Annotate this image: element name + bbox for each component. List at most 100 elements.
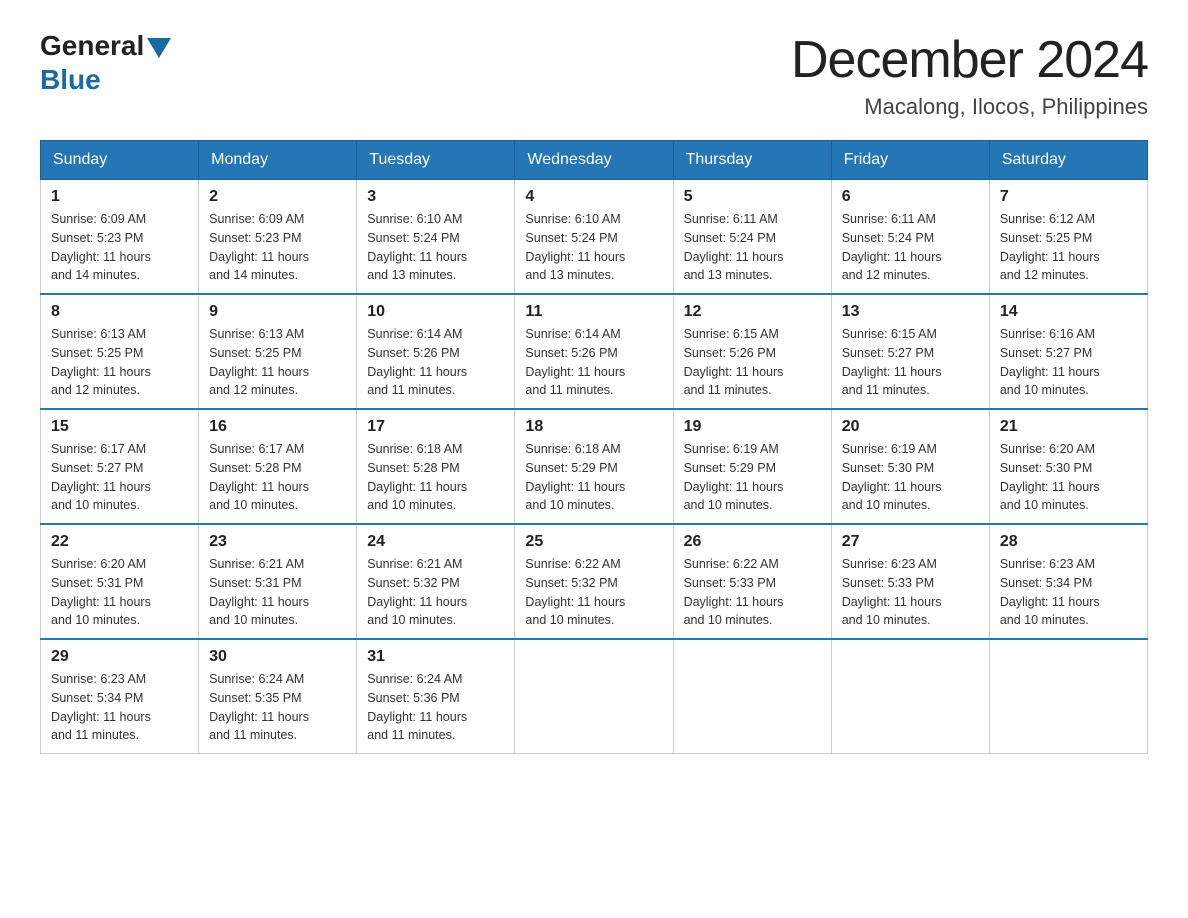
- day-number: 27: [842, 533, 979, 551]
- day-info: Sunrise: 6:23 AMSunset: 5:34 PMDaylight:…: [51, 670, 188, 745]
- day-number: 4: [525, 188, 662, 206]
- day-info: Sunrise: 6:15 AMSunset: 5:27 PMDaylight:…: [842, 325, 979, 400]
- calendar-cell: 2Sunrise: 6:09 AMSunset: 5:23 PMDaylight…: [199, 180, 357, 295]
- calendar-cell: 29 Sunrise: 6:23 AMSunset: 5:34 PMDayligh…: [41, 639, 199, 754]
- day-number: 28: [1000, 533, 1137, 551]
- day-number: 11: [525, 303, 662, 321]
- calendar-cell: 24Sunrise: 6:21 AMSunset: 5:32 PMDayligh…: [357, 524, 515, 639]
- header-tuesday: Tuesday: [357, 141, 515, 180]
- day-number: 22: [51, 533, 188, 551]
- calendar-cell: 21Sunrise: 6:20 AMSunset: 5:30 PMDayligh…: [989, 409, 1147, 524]
- calendar-cell: 10 Sunrise: 6:14 AMSunset: 5:26 PMDayligh…: [357, 294, 515, 409]
- day-number: 30: [209, 648, 346, 666]
- day-info: Sunrise: 6:19 AMSunset: 5:30 PMDaylight:…: [842, 440, 979, 515]
- calendar-cell: 3 Sunrise: 6:10 AMSunset: 5:24 PMDaylight…: [357, 180, 515, 295]
- calendar-cell: 28Sunrise: 6:23 AMSunset: 5:34 PMDayligh…: [989, 524, 1147, 639]
- day-info: Sunrise: 6:24 AMSunset: 5:35 PMDaylight:…: [209, 670, 346, 745]
- day-info: Sunrise: 6:14 AMSunset: 5:26 PMDaylight:…: [367, 325, 504, 400]
- day-info: Sunrise: 6:09 AMSunset: 5:23 PMDaylight:…: [209, 210, 346, 285]
- day-number: 3: [367, 188, 504, 206]
- calendar-cell: [989, 639, 1147, 754]
- day-info: Sunrise: 6:18 AMSunset: 5:29 PMDaylight:…: [525, 440, 662, 515]
- header-thursday: Thursday: [673, 141, 831, 180]
- day-number: 29: [51, 648, 188, 666]
- calendar-cell: 16Sunrise: 6:17 AMSunset: 5:28 PMDayligh…: [199, 409, 357, 524]
- header-saturday: Saturday: [989, 141, 1147, 180]
- day-info: Sunrise: 6:12 AMSunset: 5:25 PMDaylight:…: [1000, 210, 1137, 285]
- day-number: 23: [209, 533, 346, 551]
- day-number: 8: [51, 303, 188, 321]
- day-info: Sunrise: 6:15 AMSunset: 5:26 PMDaylight:…: [684, 325, 821, 400]
- header-monday: Monday: [199, 141, 357, 180]
- calendar-week-row: 1 Sunrise: 6:09 AMSunset: 5:23 PMDaylight…: [41, 180, 1148, 295]
- header-friday: Friday: [831, 141, 989, 180]
- calendar-week-row: 8 Sunrise: 6:13 AMSunset: 5:25 PMDaylight…: [41, 294, 1148, 409]
- calendar-cell: 14 Sunrise: 6:16 AMSunset: 5:27 PMDayligh…: [989, 294, 1147, 409]
- day-number: 10: [367, 303, 504, 321]
- calendar-cell: 9Sunrise: 6:13 AMSunset: 5:25 PMDaylight…: [199, 294, 357, 409]
- day-number: 18: [525, 418, 662, 436]
- day-info: Sunrise: 6:22 AMSunset: 5:32 PMDaylight:…: [525, 555, 662, 630]
- calendar-cell: 12 Sunrise: 6:15 AMSunset: 5:26 PMDayligh…: [673, 294, 831, 409]
- day-info: Sunrise: 6:20 AMSunset: 5:31 PMDaylight:…: [51, 555, 188, 630]
- calendar-cell: [515, 639, 673, 754]
- day-number: 19: [684, 418, 821, 436]
- day-info: Sunrise: 6:21 AMSunset: 5:31 PMDaylight:…: [209, 555, 346, 630]
- calendar-cell: 6 Sunrise: 6:11 AMSunset: 5:24 PMDaylight…: [831, 180, 989, 295]
- day-info: Sunrise: 6:10 AMSunset: 5:24 PMDaylight:…: [367, 210, 504, 285]
- title-block: December 2024 Macalong, Ilocos, Philippi…: [791, 30, 1148, 120]
- calendar-week-row: 15 Sunrise: 6:17 AMSunset: 5:27 PMDayligh…: [41, 409, 1148, 524]
- day-info: Sunrise: 6:10 AMSunset: 5:24 PMDaylight:…: [525, 210, 662, 285]
- day-info: Sunrise: 6:22 AMSunset: 5:33 PMDaylight:…: [684, 555, 821, 630]
- calendar-cell: 18 Sunrise: 6:18 AMSunset: 5:29 PMDayligh…: [515, 409, 673, 524]
- calendar-cell: 31Sunrise: 6:24 AMSunset: 5:36 PMDayligh…: [357, 639, 515, 754]
- day-info: Sunrise: 6:20 AMSunset: 5:30 PMDaylight:…: [1000, 440, 1137, 515]
- day-info: Sunrise: 6:17 AMSunset: 5:27 PMDaylight:…: [51, 440, 188, 515]
- calendar-cell: 27 Sunrise: 6:23 AMSunset: 5:33 PMDayligh…: [831, 524, 989, 639]
- day-number: 20: [842, 418, 979, 436]
- day-info: Sunrise: 6:19 AMSunset: 5:29 PMDaylight:…: [684, 440, 821, 515]
- location-subtitle: Macalong, Ilocos, Philippines: [791, 94, 1148, 120]
- day-number: 17: [367, 418, 504, 436]
- calendar-week-row: 29 Sunrise: 6:23 AMSunset: 5:34 PMDayligh…: [41, 639, 1148, 754]
- day-number: 14: [1000, 303, 1137, 321]
- calendar-cell: 17 Sunrise: 6:18 AMSunset: 5:28 PMDayligh…: [357, 409, 515, 524]
- day-info: Sunrise: 6:13 AMSunset: 5:25 PMDaylight:…: [51, 325, 188, 400]
- day-number: 13: [842, 303, 979, 321]
- day-info: Sunrise: 6:17 AMSunset: 5:28 PMDaylight:…: [209, 440, 346, 515]
- calendar-cell: 4 Sunrise: 6:10 AMSunset: 5:24 PMDaylight…: [515, 180, 673, 295]
- day-number: 12: [684, 303, 821, 321]
- day-number: 15: [51, 418, 188, 436]
- calendar-cell: 7 Sunrise: 6:12 AMSunset: 5:25 PMDaylight…: [989, 180, 1147, 295]
- day-info: Sunrise: 6:21 AMSunset: 5:32 PMDaylight:…: [367, 555, 504, 630]
- calendar-header-row: SundayMondayTuesdayWednesdayThursdayFrid…: [41, 141, 1148, 180]
- calendar-cell: 30 Sunrise: 6:24 AMSunset: 5:35 PMDayligh…: [199, 639, 357, 754]
- month-title: December 2024: [791, 30, 1148, 90]
- day-number: 9: [209, 303, 346, 321]
- day-info: Sunrise: 6:24 AMSunset: 5:36 PMDaylight:…: [367, 670, 504, 745]
- day-info: Sunrise: 6:09 AMSunset: 5:23 PMDaylight:…: [51, 210, 188, 285]
- calendar-cell: [831, 639, 989, 754]
- logo-general-text: General: [40, 30, 144, 62]
- day-info: Sunrise: 6:23 AMSunset: 5:33 PMDaylight:…: [842, 555, 979, 630]
- header-wednesday: Wednesday: [515, 141, 673, 180]
- day-number: 7: [1000, 188, 1137, 206]
- page-header: General Blue December 2024 Macalong, Ilo…: [40, 30, 1148, 120]
- day-number: 1: [51, 188, 188, 206]
- day-info: Sunrise: 6:11 AMSunset: 5:24 PMDaylight:…: [684, 210, 821, 285]
- day-info: Sunrise: 6:11 AMSunset: 5:24 PMDaylight:…: [842, 210, 979, 285]
- logo-blue-text: Blue: [40, 64, 101, 96]
- day-number: 6: [842, 188, 979, 206]
- calendar-cell: [673, 639, 831, 754]
- calendar-cell: 19 Sunrise: 6:19 AMSunset: 5:29 PMDayligh…: [673, 409, 831, 524]
- calendar-cell: 25Sunrise: 6:22 AMSunset: 5:32 PMDayligh…: [515, 524, 673, 639]
- day-info: Sunrise: 6:18 AMSunset: 5:28 PMDaylight:…: [367, 440, 504, 515]
- day-info: Sunrise: 6:16 AMSunset: 5:27 PMDaylight:…: [1000, 325, 1137, 400]
- header-sunday: Sunday: [41, 141, 199, 180]
- calendar-cell: 15 Sunrise: 6:17 AMSunset: 5:27 PMDayligh…: [41, 409, 199, 524]
- calendar-cell: 8 Sunrise: 6:13 AMSunset: 5:25 PMDaylight…: [41, 294, 199, 409]
- day-info: Sunrise: 6:14 AMSunset: 5:26 PMDaylight:…: [525, 325, 662, 400]
- calendar-cell: 1 Sunrise: 6:09 AMSunset: 5:23 PMDaylight…: [41, 180, 199, 295]
- day-number: 5: [684, 188, 821, 206]
- calendar-cell: 5 Sunrise: 6:11 AMSunset: 5:24 PMDaylight…: [673, 180, 831, 295]
